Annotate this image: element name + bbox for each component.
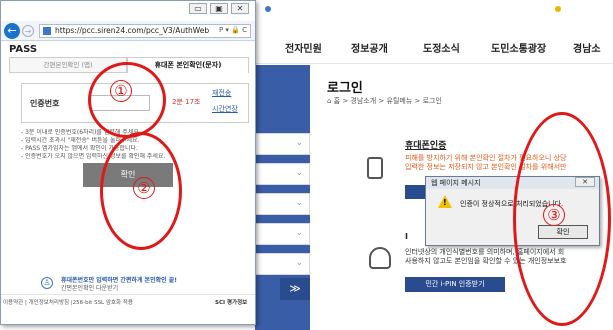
address-tools[interactable]: P ▾ 🔒 C	[219, 26, 247, 34]
site-icon	[43, 27, 51, 35]
sci-logo: SCI 평가정보	[215, 300, 248, 306]
nav-item-info[interactable]: 정보공개	[351, 40, 388, 55]
url-text: https://pcc.siren24.com/pcc_V3/AuthWeb	[55, 26, 210, 35]
auth-timer: 2분 17초	[172, 98, 201, 106]
sidebar-menu-item[interactable]: ⌄	[255, 253, 310, 275]
nav-item-news[interactable]: 도정소식	[423, 40, 460, 55]
chevron-down-icon: ⌄	[295, 138, 303, 148]
sidebar-menu-item[interactable]: ⌄	[255, 163, 310, 185]
dialog-title: 웹 페이지 메시지	[431, 179, 481, 187]
nav-item-plaza[interactable]: 도민소통광장	[491, 40, 546, 55]
promo-download-link[interactable]: 간편본인확인 다운받기	[61, 283, 118, 292]
resend-link[interactable]: 재전송	[212, 88, 231, 98]
close-icon[interactable]: ✕	[231, 3, 249, 14]
annotation-number-1: ①	[110, 80, 132, 102]
ipin-shield-icon	[369, 247, 391, 269]
back-arrow-icon[interactable]: ←	[4, 23, 20, 39]
utility-dot-icon	[555, 6, 561, 12]
annotation-number-3: ③	[543, 204, 565, 226]
nav-item-intro[interactable]: 경남소	[573, 40, 601, 55]
phone-icon	[367, 157, 383, 179]
minimize-icon[interactable]: ▭	[189, 3, 207, 14]
pass-label: PASS	[9, 44, 38, 55]
sidebar-menu-item[interactable]: ⌄	[255, 193, 310, 215]
main-navigation: 전자민원 정보공개 도정소식 도민소통광장 경남소	[255, 30, 613, 64]
person-icon: ♙	[41, 277, 53, 289]
extend-time-link[interactable]: 시간연장	[212, 104, 238, 114]
ipin-title: I	[405, 232, 408, 241]
window-controls: ▭ ▣ ✕	[189, 3, 253, 15]
url-field[interactable]: https://pcc.siren24.com/pcc_V3/AuthWeb P…	[39, 24, 251, 38]
forward-arrow-icon[interactable]: →	[22, 25, 34, 37]
chevron-down-icon: ⌄	[295, 258, 303, 268]
breadcrumb: ⌂ 홈 > 경남소개 > 유틸메뉴 > 로그인	[327, 97, 442, 105]
popup-footer-links[interactable]: 이용약관 | 개인정보처리방침 |256-bit SSL 암호화 적용	[3, 298, 133, 306]
double-chevron-down-icon[interactable]: ≫	[280, 278, 310, 300]
sidebar-menu-item[interactable]: ⌄	[255, 223, 310, 245]
chevron-down-icon: ⌄	[295, 198, 303, 208]
page-title: 로그인	[327, 81, 363, 96]
address-bar: ← → https://pcc.siren24.com/pcc_V3/AuthW…	[1, 21, 255, 41]
ipin-auth-button[interactable]: 민간 i-PIN 인증받기	[405, 277, 505, 292]
sidebar-menu-item[interactable]: ⌄	[255, 133, 310, 155]
top-utility-strip	[255, 0, 613, 22]
warning-mark: !	[443, 198, 447, 207]
nav-item-civil[interactable]: 전자민원	[285, 40, 322, 55]
annotation-number-2: ②	[133, 177, 155, 199]
maximize-icon[interactable]: ▣	[210, 3, 228, 14]
chevron-down-icon: ⌄	[295, 228, 303, 238]
auth-code-label: 인증번호	[30, 99, 60, 108]
utility-dot-icon	[265, 6, 271, 12]
phone-auth-title[interactable]: 휴대폰인증	[405, 138, 446, 151]
chevron-down-icon: ⌄	[295, 168, 303, 178]
